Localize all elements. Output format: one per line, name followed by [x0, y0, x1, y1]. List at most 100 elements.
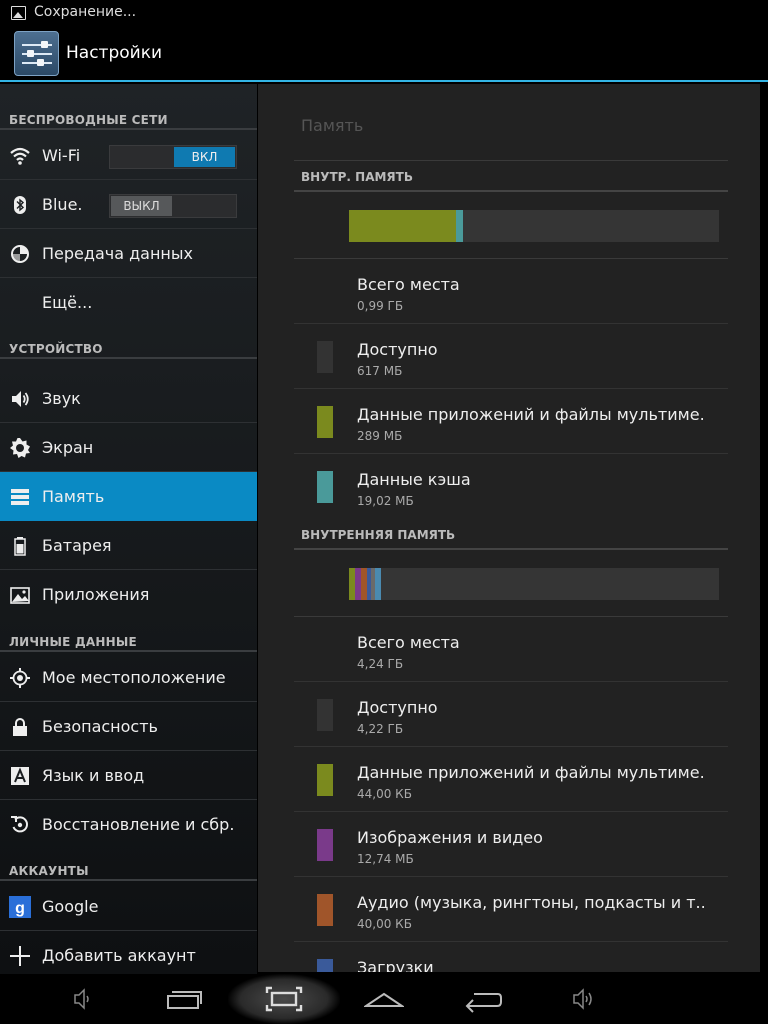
section-header-storage: ВНУТРЕННЯЯ ПАМЯТЬ [301, 528, 456, 542]
row-title: Доступно [357, 698, 438, 717]
storage-row-audio[interactable]: Аудио (музыка, рингтоны, подкасты и т.. … [294, 877, 728, 942]
sidebar-item-label: Ещё... [42, 293, 93, 312]
volume-down-icon[interactable] [63, 984, 103, 1014]
row-title: Аудио (музыка, рингтоны, подкасты и т.. [357, 893, 706, 912]
color-swatch [317, 764, 333, 796]
row-title: Данные приложений и файлы мультиме. [357, 405, 705, 424]
sidebar-item-sound[interactable]: Звук [0, 374, 257, 423]
sidebar-item-label: Wi-Fi [42, 146, 81, 165]
row-value: 4,24 ГБ [357, 657, 404, 671]
volume-up-icon[interactable] [564, 984, 604, 1014]
storage-row-downloads[interactable]: Загрузки [294, 942, 728, 972]
location-icon [10, 668, 30, 688]
bluetooth-toggle-state: ВЫКЛ [111, 196, 172, 216]
storage-row-cache[interactable]: Данные кэша 19,02 МБ [294, 454, 728, 519]
sidebar-item-wifi[interactable]: Wi-Fi ВКЛ [0, 131, 257, 180]
bluetooth-icon [14, 196, 26, 214]
sidebar-item-display[interactable]: Экран [0, 423, 257, 472]
status-bar: Сохранение... [0, 0, 768, 26]
section-header-internal: ВНУТР. ПАМЯТЬ [301, 170, 414, 184]
row-value: 617 МБ [357, 364, 403, 378]
divider [294, 548, 728, 550]
storage-row-images[interactable]: Изображения и видео 12,74 МБ [294, 812, 728, 877]
sidebar-item-google[interactable]: g Google [0, 882, 257, 931]
sidebar-item-label: Язык и ввод [42, 766, 145, 785]
color-swatch [317, 894, 333, 926]
sidebar-item-label: Мое местоположение [42, 668, 226, 687]
panel-title: Память [301, 116, 364, 135]
sidebar-item-security[interactable]: Безопасность [0, 702, 257, 751]
section-header-accounts: АККАУНТЫ [0, 847, 257, 881]
lock-icon [13, 718, 27, 736]
storage-row-total[interactable]: Всего места 4,24 ГБ [294, 617, 728, 682]
section-header-personal: ЛИЧНЫЕ ДАННЫЕ [0, 618, 257, 652]
sidebar-item-label: Blue. [42, 195, 83, 214]
sidebar-item-label: Google [42, 897, 99, 916]
row-value: 0,99 ГБ [357, 299, 404, 313]
app-title: Настройки [66, 43, 163, 63]
row-title: Данные приложений и файлы мультиме. [357, 763, 705, 782]
storage-bar [349, 568, 719, 600]
brightness-icon [10, 438, 30, 458]
row-value: 40,00 КБ [357, 917, 412, 931]
color-swatch [317, 341, 333, 373]
sidebar-item-label: Батарея [42, 536, 112, 555]
screenshot-icon[interactable] [264, 984, 304, 1014]
back-icon[interactable] [464, 984, 504, 1014]
color-swatch [317, 959, 333, 972]
bluetooth-toggle[interactable]: ВЫКЛ [109, 194, 237, 218]
data-usage-icon [11, 245, 29, 263]
sidebar-item-backup[interactable]: Восстановление и сбр. [0, 800, 257, 849]
plus-icon [10, 946, 30, 966]
color-swatch [317, 829, 333, 861]
sidebar-item-location[interactable]: Мое местоположение [0, 653, 257, 702]
settings-app-icon[interactable] [14, 31, 59, 76]
row-title: Загрузки [357, 958, 434, 972]
wifi-toggle[interactable]: ВКЛ [109, 145, 237, 169]
sidebar-item-language[interactable]: Язык и ввод [0, 751, 257, 800]
row-value: 4,22 ГБ [357, 722, 404, 736]
storage-row-available[interactable]: Доступно 4,22 ГБ [294, 682, 728, 747]
row-title: Всего места [357, 633, 460, 652]
recent-apps-icon[interactable] [164, 984, 204, 1014]
storage-icon [11, 489, 29, 505]
storage-row-total[interactable]: Всего места 0,99 ГБ [294, 259, 728, 324]
bar-segment-cache [456, 210, 463, 242]
sidebar-item-label: Экран [42, 438, 94, 457]
storage-row-available[interactable]: Доступно 617 МБ [294, 324, 728, 389]
home-icon[interactable] [364, 984, 404, 1014]
sidebar-item-label: Добавить аккаунт [42, 946, 196, 965]
wifi-icon [10, 147, 30, 165]
sidebar-item-add-account[interactable]: Добавить аккаунт [0, 931, 257, 980]
row-title: Изображения и видео [357, 828, 543, 847]
storage-row-apps[interactable]: Данные приложений и файлы мультиме. 44,0… [294, 747, 728, 812]
sidebar-item-label: Передача данных [42, 244, 193, 263]
sidebar-item-label: Восстановление и сбр. [42, 815, 235, 834]
storage-row-apps[interactable]: Данные приложений и файлы мультиме. 289 … [294, 389, 728, 454]
status-message: Сохранение... [34, 4, 137, 20]
row-title: Всего места [357, 275, 460, 294]
system-nav-bar [0, 974, 768, 1024]
sidebar-item-apps[interactable]: Приложения [0, 570, 257, 619]
row-title: Данные кэша [357, 470, 471, 489]
divider [294, 190, 728, 192]
row-value: 12,74 МБ [357, 852, 414, 866]
sidebar-item-label: Приложения [42, 585, 150, 604]
settings-sidebar: БЕСПРОВОДНЫЕ СЕТИ Wi-Fi ВКЛ Blue. ВЫКЛ П… [0, 84, 257, 974]
color-swatch [317, 699, 333, 731]
sidebar-item-data-usage[interactable]: Передача данных [0, 229, 257, 278]
storage-panel: Память ВНУТР. ПАМЯТЬ Всего места 0,99 ГБ… [258, 84, 760, 972]
color-swatch [317, 406, 333, 438]
google-icon: g [9, 896, 31, 918]
sidebar-item-storage[interactable]: Память [0, 472, 257, 521]
color-swatch [317, 471, 333, 503]
sidebar-item-label: Звук [42, 389, 81, 408]
sidebar-item-label: Безопасность [42, 717, 158, 736]
svg-text:g: g [15, 900, 25, 917]
sidebar-item-more[interactable]: Ещё... [0, 278, 257, 327]
sidebar-item-bluetooth[interactable]: Blue. ВЫКЛ [0, 180, 257, 229]
section-header-wireless: БЕСПРОВОДНЫЕ СЕТИ [0, 96, 257, 130]
image-notification-icon [11, 6, 26, 20]
row-value: 44,00 КБ [357, 787, 412, 801]
sidebar-item-battery[interactable]: Батарея [0, 521, 257, 570]
